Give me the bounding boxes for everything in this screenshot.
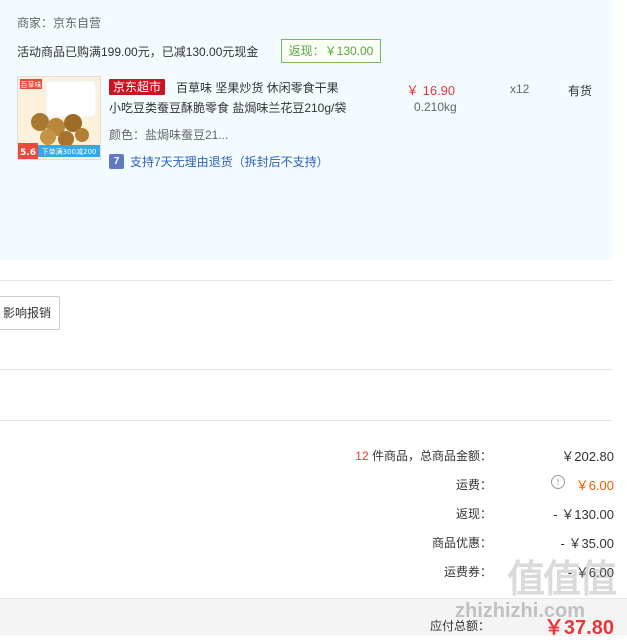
divider	[0, 420, 613, 421]
product-title-line1[interactable]: 百草味 坚果炒货 休闲零食干果	[176, 79, 339, 96]
info-icon[interactable]: !	[551, 475, 565, 489]
rebate-label: 返现：	[455, 507, 492, 521]
shipping-label: 运费：	[455, 478, 492, 492]
quantity: x12	[510, 82, 530, 96]
seven-day-return-icon: 7	[109, 154, 124, 169]
invoice-button[interactable]: 影响报销	[0, 296, 60, 330]
merchant-label: 商家：京东自营	[17, 16, 102, 30]
shipping-value: ￥6.00	[575, 478, 614, 493]
stock-status: 有货	[568, 84, 593, 98]
thumb-brand: 百草味	[21, 80, 42, 89]
promo-text: 活动商品已购满199.00元，已减130.00元现金	[17, 45, 259, 59]
shipping-coupon-label: 运费券：	[443, 565, 492, 579]
unit-weight: 0.210kg	[414, 100, 457, 114]
jd-supermarket-tag: 京东超市	[109, 79, 166, 95]
thumb-banner: 下单满300减200	[42, 147, 97, 156]
item-count: 12	[355, 449, 369, 463]
item-count-label: 12 件商品，总商品金额：	[355, 449, 492, 463]
goods-total-value: ￥202.80	[561, 449, 614, 464]
rebate-tag: 返现：￥130.00	[281, 39, 381, 63]
unit-price: ￥ 16.90	[406, 83, 456, 98]
watermark-logo: 值值值	[506, 559, 617, 601]
product-title-line2[interactable]: 小吃豆类蚕豆酥脆零食 盐焗味兰花豆210g/袋	[109, 99, 346, 116]
divider	[0, 369, 613, 370]
return-policy-link[interactable]: 7 支持7天无理由退货（拆封后不支持）	[109, 153, 329, 170]
divider	[0, 280, 613, 281]
rebate-value: - ￥130.00	[553, 507, 614, 522]
return-policy-text: 支持7天无理由退货（拆封后不支持）	[130, 155, 329, 169]
product-image: 百草味 5.6 下单满300减200	[18, 77, 100, 159]
watermark-url: zhizhizhi.com	[455, 600, 585, 622]
thumb-badge: 5.6	[20, 148, 36, 158]
discount-label: 商品优惠：	[431, 536, 492, 550]
product-thumbnail[interactable]: 百草味 5.6 下单满300减200	[17, 76, 101, 160]
product-color: 颜色：盐焗味蚕豆21...	[109, 128, 229, 142]
